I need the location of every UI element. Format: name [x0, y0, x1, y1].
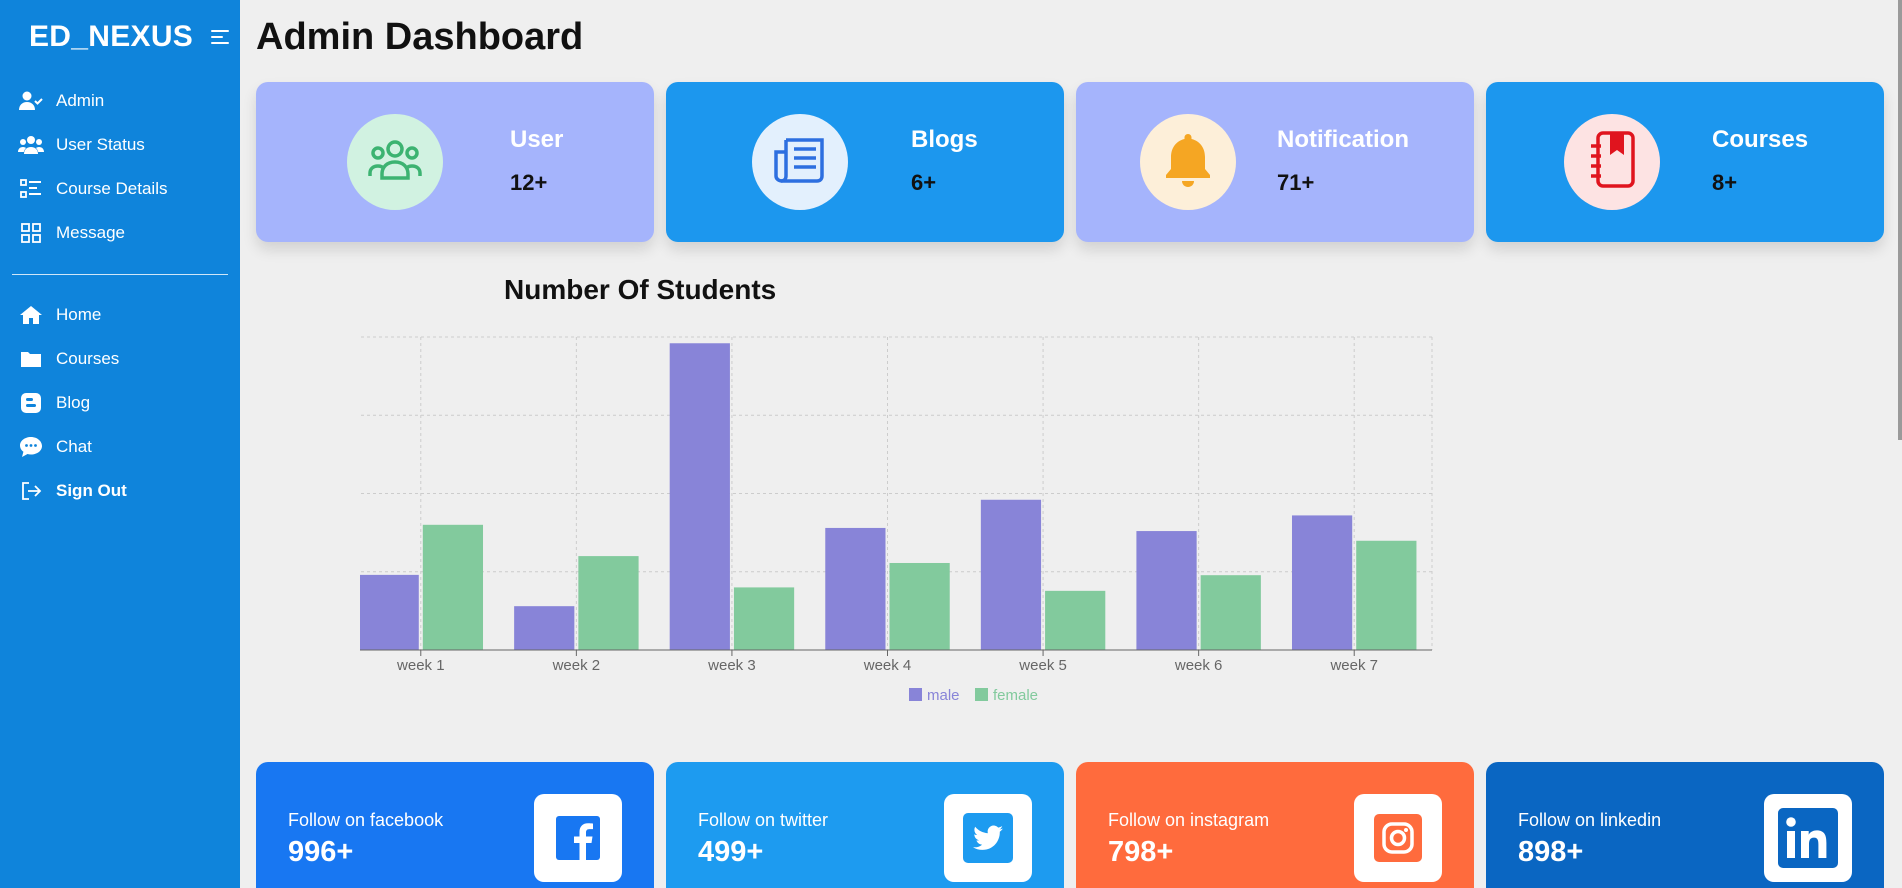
stat-icon-circle	[1564, 114, 1660, 210]
stat-card-notification[interactable]: Notification 71+	[1076, 82, 1474, 242]
bar-male	[825, 527, 886, 650]
bar-male	[980, 499, 1042, 650]
facebook-icon[interactable]	[534, 794, 622, 882]
user-check-icon	[18, 90, 44, 112]
bar-female	[1045, 590, 1106, 650]
stat-label: Courses	[1712, 126, 1809, 153]
x-tick-label: week 5	[1018, 657, 1067, 674]
sidebar-item-label: Home	[56, 305, 102, 324]
stat-count: 6+	[911, 170, 937, 195]
sidebar-item-admin[interactable]: Admin	[18, 86, 104, 116]
stat-icon-circle	[1140, 114, 1236, 210]
chat-icon	[18, 436, 44, 458]
stat-icon-circle	[347, 114, 443, 210]
stat-card-courses[interactable]: Courses 8+	[1486, 82, 1884, 242]
sidebar-item-chat[interactable]: Chat	[18, 432, 92, 462]
sidebar-item-label: Admin	[56, 91, 105, 110]
stat-label: Blogs	[911, 126, 978, 153]
book-icon	[1588, 130, 1636, 194]
x-tick-label: week 1	[396, 657, 445, 674]
folder-icon	[18, 348, 44, 370]
social-count: 996+	[288, 836, 354, 868]
x-tick-label: week 6	[1174, 657, 1223, 674]
legend-label: male	[927, 687, 960, 704]
sidebar-item-label: Chat	[56, 437, 92, 456]
social-label: Follow on twitter	[698, 810, 829, 830]
stat-icon-circle	[752, 114, 848, 210]
social-label: Follow on linkedin	[1518, 810, 1662, 830]
stat-count: 71+	[1277, 170, 1315, 195]
social-label: Follow on facebook	[288, 810, 444, 830]
sign-out-icon	[18, 480, 44, 502]
bell-icon	[1163, 132, 1213, 193]
stat-card-blogs[interactable]: Blogs 6+	[666, 82, 1064, 242]
x-tick-label: week 3	[707, 657, 756, 674]
social-card-linkedin[interactable]: Follow on linkedin 898+	[1486, 762, 1884, 888]
list-icon	[18, 178, 44, 200]
bar-female	[1356, 540, 1417, 650]
legend-swatch	[975, 688, 988, 701]
social-card-instagram[interactable]: Follow on instagram 798+	[1076, 762, 1474, 888]
x-tick-label: week 7	[1329, 657, 1378, 674]
social-card-twitter[interactable]: Follow on twitter 499+	[666, 762, 1064, 888]
social-label: Follow on instagram	[1108, 810, 1270, 830]
bar-male	[514, 606, 575, 650]
sidebar: ED_NEXUS Admin User Status Course Detail…	[0, 0, 240, 888]
bar-male	[360, 574, 419, 650]
sidebar-item-label: Sign Out	[56, 481, 127, 500]
sidebar-item-course-details[interactable]: Course Details	[18, 174, 168, 204]
sidebar-item-courses[interactable]: Courses	[18, 344, 119, 374]
bar-female	[1200, 575, 1261, 650]
stat-label: Notification	[1277, 126, 1409, 153]
menu-toggle-icon[interactable]	[211, 30, 229, 46]
sidebar-item-user-status[interactable]: User Status	[18, 130, 145, 160]
newspaper-icon	[774, 136, 826, 189]
social-count: 798+	[1108, 836, 1174, 868]
social-card-facebook[interactable]: Follow on facebook 996+	[256, 762, 654, 888]
legend-label: female	[993, 687, 1038, 704]
stat-count: 8+	[1712, 170, 1738, 195]
grid-icon	[18, 222, 44, 244]
blogger-icon	[18, 392, 44, 414]
bar-male	[1136, 531, 1197, 650]
bar-chart: 025005000750010000week 1week 2week 3week…	[360, 336, 1433, 704]
x-tick-label: week 4	[863, 657, 912, 674]
sidebar-item-home[interactable]: Home	[18, 300, 101, 330]
stat-count: 12+	[510, 170, 548, 195]
linkedin-icon[interactable]	[1764, 794, 1852, 882]
sidebar-item-label: Courses	[56, 349, 120, 368]
bar-female	[578, 556, 639, 650]
users-icon	[18, 134, 44, 156]
sidebar-item-blog[interactable]: Blog	[18, 388, 90, 418]
scrollbar[interactable]	[1898, 0, 1902, 440]
instagram-icon[interactable]	[1354, 794, 1442, 882]
sidebar-item-label: Course Details	[56, 179, 168, 198]
sidebar-divider	[12, 274, 228, 275]
users-icon	[368, 138, 422, 187]
bar-female	[422, 524, 484, 650]
sidebar-item-label: Message	[56, 223, 125, 242]
x-tick-label: week 2	[552, 657, 601, 674]
sidebar-item-message[interactable]: Message	[18, 218, 125, 248]
social-count: 898+	[1518, 836, 1584, 868]
page-title: Admin Dashboard	[256, 16, 584, 58]
main-content: Admin Dashboard User 12+ Blogs 6+ Notifi…	[240, 0, 1902, 888]
social-count: 499+	[698, 836, 764, 868]
legend-swatch	[909, 688, 922, 701]
sidebar-item-sign-out[interactable]: Sign Out	[18, 476, 127, 506]
sidebar-item-label: User Status	[56, 135, 145, 154]
twitter-icon[interactable]	[944, 794, 1032, 882]
stat-card-user[interactable]: User 12+	[256, 82, 654, 242]
bar-male	[1291, 515, 1353, 650]
sidebar-item-label: Blog	[56, 393, 91, 412]
brand-logo: ED_NEXUS	[29, 20, 194, 53]
bar-female	[733, 587, 795, 650]
bar-female	[889, 562, 950, 650]
bar-male	[669, 343, 730, 650]
stat-label: User	[510, 126, 564, 153]
home-icon	[18, 304, 44, 326]
